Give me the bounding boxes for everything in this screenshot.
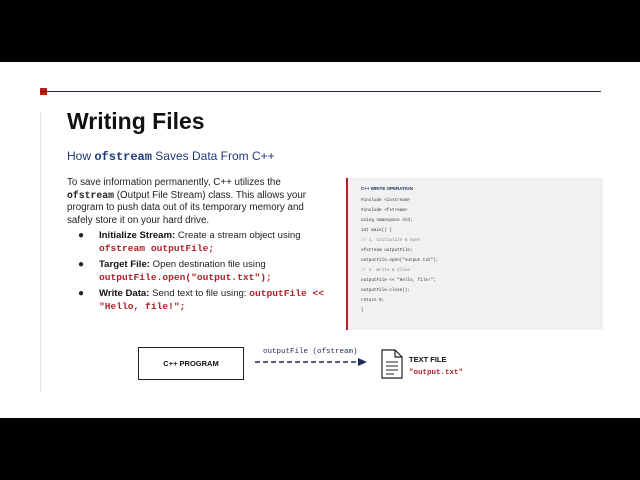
code-line: int main() {: [361, 228, 392, 233]
intro-code: ofstream: [67, 189, 115, 201]
slide-title: Writing Files: [67, 108, 205, 134]
code-line: outputFile << "Hello, file!";: [361, 278, 436, 283]
bullet-dot-icon: ●: [78, 259, 85, 270]
intro-paragraph: To save information permanently, C++ uti…: [67, 177, 322, 227]
code-line: }: [361, 308, 364, 313]
code-line: #include <iostream>: [361, 198, 410, 203]
bullet-item: ● Write Data: Send text to file using: o…: [78, 288, 328, 313]
dashed-arrow-icon: [255, 358, 367, 366]
bullet-code: ofstream outputFile;: [99, 242, 215, 254]
subtitle-suffix: Saves Data From C++: [151, 149, 275, 163]
code-line: using namespace std;: [361, 218, 413, 223]
bullet-dot-icon: ●: [78, 230, 85, 241]
code-line: outputFile.close();: [361, 288, 410, 293]
program-box: C++ PROGRAM: [138, 347, 244, 380]
bullet-item: ● Target File: Open destination file usi…: [78, 259, 328, 284]
bullet-label: Write Data:: [99, 288, 150, 299]
bullet-dot-icon: ●: [78, 288, 85, 299]
subtitle-code: ofstream: [94, 150, 152, 164]
bullet-code: outputFile.open("output.txt");: [99, 271, 272, 283]
intro-part-1: To save information permanently, C++ uti…: [67, 177, 281, 188]
code-line: #include <fstream>: [361, 208, 408, 213]
bullet-label: Initialize Stream:: [99, 230, 176, 241]
code-line: return 0;: [361, 298, 385, 303]
code-comment-line: // 1. Initialize & Open: [361, 238, 421, 243]
text-file-name: "output.txt": [409, 369, 464, 377]
bullet-text: Send text to file using:: [149, 288, 250, 299]
bullet-item: ● Initialize Stream: Create a stream obj…: [78, 230, 328, 255]
bullet-text: Create a stream object using: [175, 230, 301, 241]
slide-left-rule: [40, 112, 41, 392]
slide-header-rule: [40, 91, 601, 92]
slide: Writing Files How ofstream Saves Data Fr…: [0, 62, 640, 418]
slide-subtitle: How ofstream Saves Data From C++: [67, 149, 275, 164]
subtitle-prefix: How: [67, 149, 95, 163]
stream-arrow-label: outputFile (ofstream): [263, 348, 358, 356]
program-box-label: C++ PROGRAM: [163, 359, 219, 368]
text-file-label: TEXT FILE: [409, 355, 447, 364]
code-line: ofstream outputFile;: [361, 248, 413, 253]
bullet-text: Open destination file using: [150, 259, 266, 270]
code-line: outputFile.open("output.txt");: [361, 258, 439, 263]
code-panel-title: C++ WRITE OPERATION: [361, 186, 413, 191]
code-panel: C++ WRITE OPERATION #include <iostream> …: [346, 178, 603, 330]
bullet-list: ● Initialize Stream: Create a stream obj…: [78, 230, 328, 317]
code-comment-line: // 2. Write & Close: [361, 268, 410, 273]
text-file-icon: [381, 349, 403, 379]
bullet-label: Target File:: [99, 259, 150, 270]
